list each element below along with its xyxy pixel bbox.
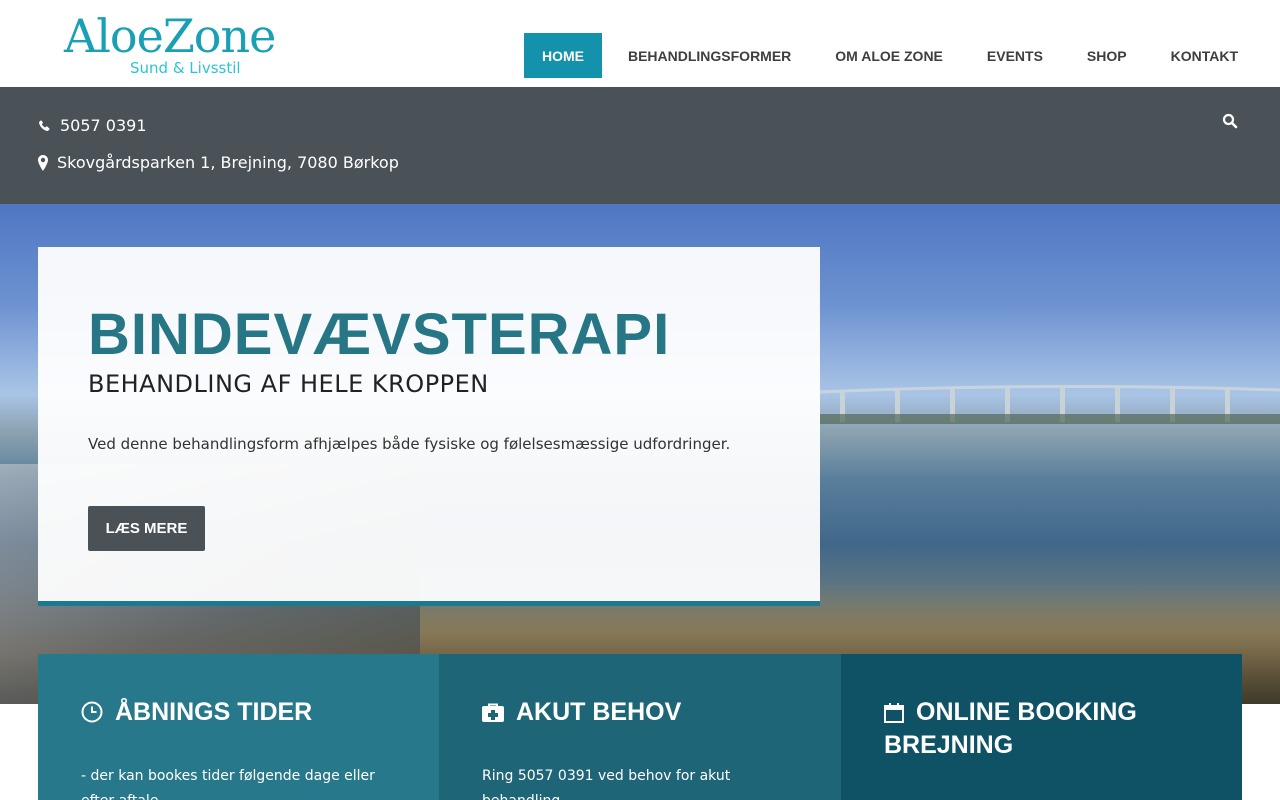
hero-subtitle: BEHANDLING AF HELE KROPPEN — [88, 370, 489, 398]
hero-title: BINDEVÆVSTERAPI — [88, 302, 671, 367]
map-marker-icon — [38, 154, 48, 171]
hero-description: Ved denne behandlingsform afhjælpes både… — [88, 435, 731, 453]
feature-text: Ring 5057 0391 ved behov for akut behand… — [482, 768, 731, 800]
feature-heading: AKUT BEHOV — [482, 696, 812, 729]
feature-title: AKUT BEHOV — [516, 698, 682, 726]
feature-text: - der kan bookes tider følgende dage ell… — [81, 768, 375, 800]
feature-title: ÅBNINGS TIDER — [115, 698, 313, 726]
address-row: Skovgårdsparken 1, Brejning, 7080 Børkop — [38, 153, 399, 172]
address-text: Skovgårdsparken 1, Brejning, 7080 Børkop — [57, 153, 399, 172]
read-more-button[interactable]: LÆS MERE — [88, 506, 205, 551]
phone-icon — [38, 119, 50, 132]
feature-heading: ONLINE BOOKING BREJNING — [884, 696, 1214, 762]
logo[interactable]: AloeZone Sund & Livsstil — [64, 10, 314, 80]
search-icon[interactable] — [1222, 113, 1238, 129]
logo-text: AloeZone — [64, 9, 276, 63]
nav-item-kontakt[interactable]: KONTAKT — [1153, 33, 1256, 78]
phone-row[interactable]: 5057 0391 — [38, 116, 147, 135]
nav-item-shop[interactable]: SHOP — [1069, 33, 1145, 78]
feature-title: ONLINE BOOKING BREJNING — [884, 698, 1137, 759]
nav-item-om-aloe-zone[interactable]: OM ALOE ZONE — [817, 33, 961, 78]
feature-urgent-need: AKUT BEHOV Ring 5057 0391 ved behov for … — [439, 654, 841, 800]
nav-item-events[interactable]: EVENTS — [969, 33, 1061, 78]
nav-item-behandlingsformer[interactable]: BEHANDLINGSFORMER — [610, 33, 809, 78]
calendar-icon — [884, 703, 904, 723]
feature-heading: ÅBNINGS TIDER — [81, 696, 411, 729]
main-nav: HOME BEHANDLINGSFORMER OM ALOE ZONE EVEN… — [516, 33, 1256, 78]
hero-section: BINDEVÆVSTERAPI BEHANDLING AF HELE KROPP… — [0, 204, 1280, 704]
phone-number: 5057 0391 — [60, 116, 147, 135]
hero-bridge-image — [820, 384, 1280, 424]
hero-card: BINDEVÆVSTERAPI BEHANDLING AF HELE KROPP… — [38, 247, 820, 606]
clock-icon — [81, 701, 103, 723]
contact-bar: 5057 0391 Skovgårdsparken 1, Brejning, 7… — [0, 87, 1280, 204]
feature-online-booking[interactable]: ONLINE BOOKING BREJNING — [841, 654, 1242, 800]
medkit-icon — [482, 703, 504, 722]
site-header: AloeZone Sund & Livsstil HOME BEHANDLING… — [0, 0, 1280, 87]
nav-item-home[interactable]: HOME — [523, 33, 602, 78]
feature-opening-hours: ÅBNINGS TIDER - der kan bookes tider føl… — [38, 654, 439, 800]
logo-tagline: Sund & Livsstil — [130, 59, 241, 77]
